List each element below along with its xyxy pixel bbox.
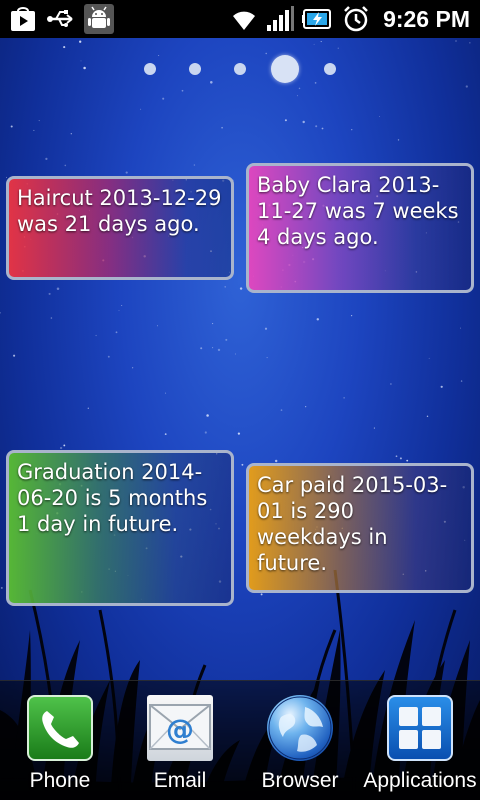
status-time: 9:26 PM [383,5,470,32]
dock-label: Browser [261,769,339,792]
app-dock: Phone @ Email Browser Applications [0,680,480,800]
page-indicator[interactable] [0,54,480,84]
widget-text: Car paid 2015-03-01 is 290 weekdays in f… [257,473,448,575]
dock-applications[interactable]: Applications [360,695,480,793]
page-dot-2[interactable] [189,63,201,75]
usb-icon[interactable] [46,4,76,34]
dock-label: Email [153,769,207,792]
dock-label: Phone [29,769,91,792]
app-drawer-icon[interactable] [387,695,453,761]
countdown-widget-graduation[interactable]: Graduation 2014-06-20 is 5 months 1 day … [6,450,234,606]
dock-browser[interactable]: Browser [240,695,360,793]
phone-icon[interactable] [27,695,93,761]
wifi-icon [229,4,259,34]
status-bar: 9:26 PM [0,0,480,38]
signal-icon [265,4,295,34]
countdown-widget-haircut[interactable]: Haircut 2013-12-29 was 21 days ago. [6,176,234,280]
widget-text: Haircut 2013-12-29 was 21 days ago. [17,186,222,236]
widget-text: Baby Clara 2013-11-27 was 7 weeks 4 days… [257,173,459,249]
globe-icon[interactable] [267,695,333,761]
email-icon[interactable]: @ [147,695,213,761]
widget-text: Graduation 2014-06-20 is 5 months 1 day … [17,460,208,536]
countdown-widget-car-paid[interactable]: Car paid 2015-03-01 is 290 weekdays in f… [246,463,474,593]
dock-phone[interactable]: Phone [0,695,120,793]
dock-email[interactable]: @ Email [120,695,240,793]
battery-charging-icon [301,4,335,34]
page-dot-5[interactable] [324,63,336,75]
page-dot-1[interactable] [144,63,156,75]
android-debug-icon[interactable] [84,4,114,34]
countdown-widget-baby-clara[interactable]: Baby Clara 2013-11-27 was 7 weeks 4 days… [246,163,474,293]
alarm-icon [341,4,371,34]
svg-text:@: @ [166,713,194,746]
play-store-notification-icon[interactable] [8,4,38,34]
page-dot-3[interactable] [234,63,246,75]
dock-label: Applications [363,769,477,792]
page-dot-4-active[interactable] [271,55,299,83]
